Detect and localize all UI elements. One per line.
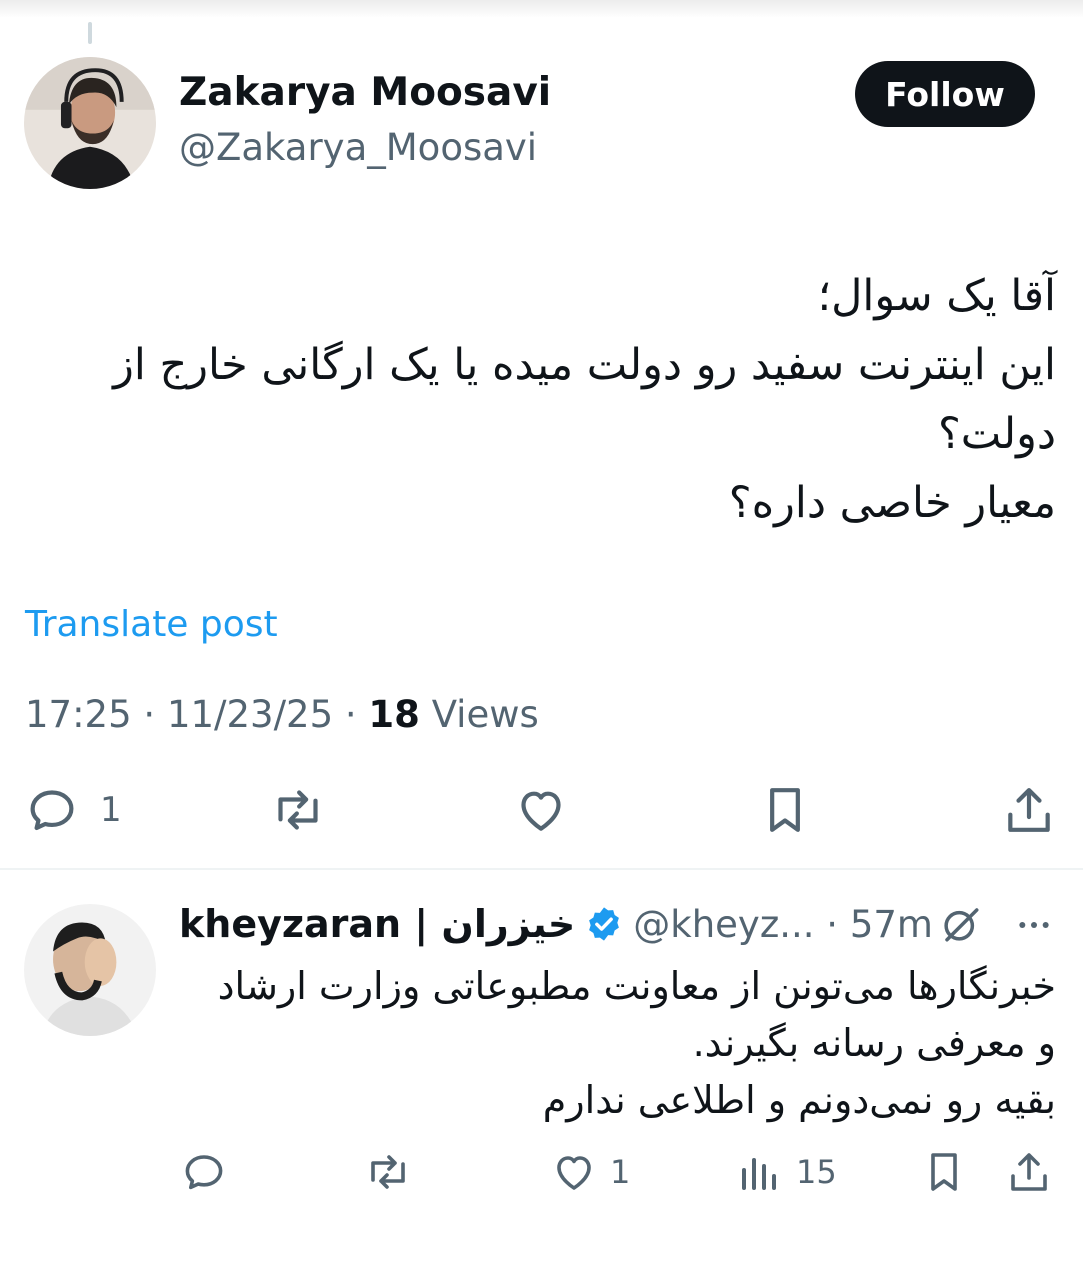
follow-button[interactable]: Follow (855, 61, 1035, 127)
reply-header: kheyzaran | خیزران @kheyz... · 57m (179, 898, 933, 950)
reply-text-line: خبرنگارها می‌تونن از معاونت مطبوعاتی وزا… (217, 964, 1056, 1008)
reply-text-line: بقیه رو نمی‌دونم و اطلاعی ندارم (542, 1078, 1056, 1122)
share-icon (1011, 1153, 1047, 1191)
like-button[interactable] (513, 782, 569, 838)
post-meta: 17:25 · 11/23/25 · 18 Views (25, 693, 539, 736)
reply-like-button[interactable]: 1 (550, 1148, 630, 1196)
post-views-count: 18 (368, 693, 420, 736)
author-avatar[interactable] (24, 57, 156, 189)
reply-repost-button[interactable] (364, 1148, 412, 1196)
reply-icon (30, 790, 74, 831)
post-date[interactable]: 11/23/25 (167, 693, 333, 736)
reply-time-value: 57m (849, 902, 933, 946)
more-icon[interactable] (1012, 905, 1056, 945)
bookmark-button[interactable] (757, 782, 813, 838)
reply-views-button[interactable]: 15 (736, 1148, 837, 1196)
reply-reply-button[interactable] (180, 1148, 228, 1196)
reply-text-line: و معرفی رسانه بگیرند. (692, 1021, 1056, 1065)
meta-separator: · (143, 693, 156, 736)
reply-bookmark-button[interactable] (920, 1148, 968, 1196)
repost-icon (371, 1155, 405, 1189)
author-handle[interactable]: @Zakarya_Moosavi (179, 126, 537, 169)
reply-author-name[interactable]: kheyzaran | خیزران (179, 902, 575, 946)
like-icon (557, 1156, 591, 1190)
thread-line (88, 22, 92, 44)
reply-share-button[interactable] (1005, 1148, 1053, 1196)
post-text-line: دولت؟ (937, 409, 1056, 459)
meta-separator: · (344, 693, 357, 736)
reply-author-handle[interactable]: @kheyz... (633, 903, 814, 946)
reply-views-count: 15 (796, 1153, 837, 1191)
divider (0, 868, 1083, 870)
top-fade (0, 0, 1083, 18)
translate-post-link[interactable]: Translate post (25, 604, 278, 645)
post-text-line: این اینترنت سفید رو دولت میده یا یک ارگا… (113, 340, 1056, 390)
reply-icon (185, 1155, 223, 1190)
reply-text: خبرنگارها می‌تونن از معاونت مطبوعاتی وزا… (180, 958, 1056, 1129)
like-icon (521, 791, 561, 831)
author-avatar-image (24, 57, 156, 189)
post-time[interactable]: 17:25 (25, 693, 132, 736)
post-text-line: معیار خاصی داره؟ (728, 478, 1056, 528)
repost-button[interactable] (270, 782, 326, 838)
repost-icon (278, 790, 318, 830)
author-display-name[interactable]: Zakarya Moosavi (179, 70, 551, 115)
post-views-label: Views (431, 693, 539, 736)
share-icon (1008, 788, 1050, 832)
reply-like-count: 1 (610, 1153, 631, 1191)
reply-avatar-image (24, 904, 156, 1036)
views-icon (742, 1158, 776, 1190)
reply-time[interactable]: · 57m (815, 903, 933, 946)
grok-icon[interactable] (940, 903, 982, 945)
post-text-line: آقا یک سوال؛ (817, 271, 1057, 321)
bookmark-icon (931, 1153, 957, 1191)
reply-author-avatar[interactable] (24, 904, 156, 1036)
post-text: آقا یک سوال؛ این اینترنت سفید رو دولت می… (40, 262, 1056, 538)
share-button[interactable] (1001, 782, 1057, 838)
reply-count: 1 (100, 790, 122, 830)
reply-button[interactable]: 1 (24, 782, 122, 838)
verified-badge-icon (589, 907, 620, 941)
bookmark-icon (770, 788, 800, 832)
